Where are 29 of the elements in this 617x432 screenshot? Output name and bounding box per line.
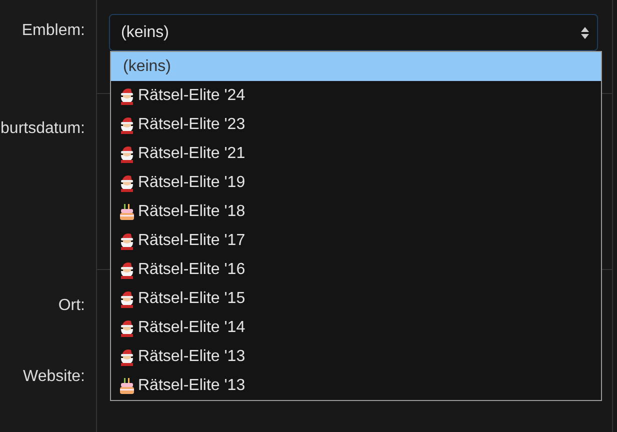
santa-icon [119,318,135,336]
dropdown-option[interactable]: Rätsel-Elite '14 [111,313,601,342]
field-label: Website: [23,368,85,387]
dropdown-option[interactable]: Rätsel-Elite '23 [111,110,601,139]
santa-icon [119,260,135,278]
santa-icon [119,86,135,104]
cake-icon [119,202,135,220]
dropdown-option[interactable]: Rätsel-Elite '19 [111,168,601,197]
dropdown-option[interactable]: Rätsel-Elite '17 [111,226,601,255]
santa-icon [119,144,135,162]
santa-icon [119,348,135,366]
updown-icon [581,26,589,38]
field-label: burtsdatum: [0,120,85,139]
dropdown-option[interactable]: (keins) [111,52,601,81]
dropdown-option[interactable]: Rätsel-Elite '16 [111,255,601,284]
cake-icon [119,376,135,394]
dropdown-option[interactable]: Rätsel-Elite '18 [111,197,601,226]
santa-icon [119,290,135,308]
field-label: Emblem: [22,22,85,41]
field-label: Ort: [58,297,85,316]
santa-icon [119,116,135,134]
santa-icon [119,232,135,250]
dropdown-option[interactable]: Rätsel-Elite '21 [111,139,601,168]
santa-icon [119,174,135,192]
dropdown-option[interactable]: Rätsel-Elite '13 [111,371,601,400]
dropdown-option[interactable]: Rätsel-Elite '13 [111,342,601,371]
dropdown-option[interactable]: Rätsel-Elite '15 [111,284,601,313]
dropdown-option[interactable]: Rätsel-Elite '24 [111,81,601,110]
emblem-select[interactable]: (keins) [109,14,598,51]
